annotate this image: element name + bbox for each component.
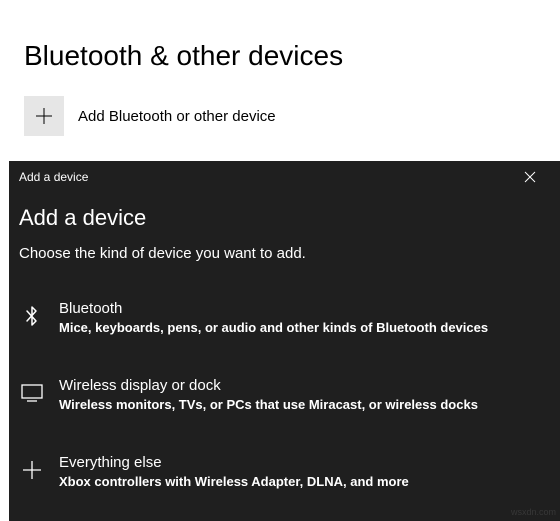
dialog-titlebar-title: Add a device xyxy=(19,170,88,184)
add-device-dialog: Add a device Add a device Choose the kin… xyxy=(9,161,560,521)
option-title: Bluetooth xyxy=(59,300,550,317)
add-device-button[interactable]: Add Bluetooth or other device xyxy=(24,96,560,136)
option-title: Everything else xyxy=(59,454,550,471)
monitor-icon xyxy=(19,380,45,406)
dialog-subheading: Choose the kind of device you want to ad… xyxy=(19,245,550,262)
close-button[interactable] xyxy=(510,161,550,193)
close-icon xyxy=(524,171,536,183)
dialog-titlebar: Add a device xyxy=(9,161,560,193)
option-text: Everything else Xbox controllers with Wi… xyxy=(59,454,550,489)
option-everything-else[interactable]: Everything else Xbox controllers with Wi… xyxy=(19,444,550,499)
option-desc: Mice, keyboards, pens, or audio and othe… xyxy=(59,320,550,335)
dialog-body: Add a device Choose the kind of device y… xyxy=(9,193,560,499)
option-text: Wireless display or dock Wireless monito… xyxy=(59,377,550,412)
bluetooth-icon xyxy=(19,303,45,329)
option-desc: Wireless monitors, TVs, or PCs that use … xyxy=(59,397,550,412)
option-bluetooth[interactable]: Bluetooth Mice, keyboards, pens, or audi… xyxy=(19,290,550,345)
option-wireless-display[interactable]: Wireless display or dock Wireless monito… xyxy=(19,367,550,422)
dialog-heading: Add a device xyxy=(19,205,550,231)
option-desc: Xbox controllers with Wireless Adapter, … xyxy=(59,474,550,489)
add-device-label: Add Bluetooth or other device xyxy=(78,108,276,125)
page-title: Bluetooth & other devices xyxy=(24,40,560,72)
option-text: Bluetooth Mice, keyboards, pens, or audi… xyxy=(59,300,550,335)
plus-icon xyxy=(24,96,64,136)
option-title: Wireless display or dock xyxy=(59,377,550,394)
settings-page: Bluetooth & other devices Add Bluetooth … xyxy=(0,0,560,136)
plus-icon xyxy=(19,457,45,483)
